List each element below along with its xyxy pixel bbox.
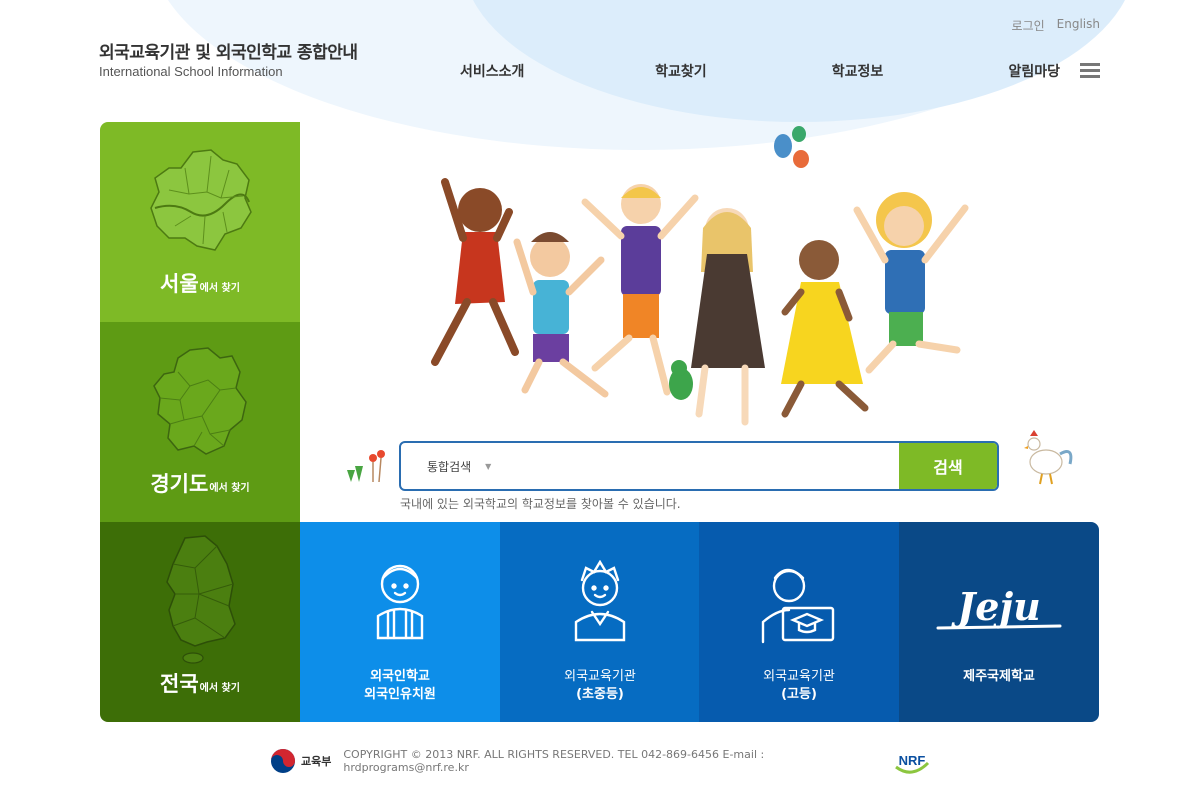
nav-item-notice[interactable]: 알림마당 bbox=[1008, 61, 1060, 81]
login-link[interactable]: 로그인 bbox=[1012, 17, 1045, 34]
balloons-icon bbox=[774, 126, 809, 168]
tile-jeju-international-school[interactable]: Jeju 제주국제학교 bbox=[899, 522, 1099, 722]
utility-links: 로그인 English bbox=[1012, 17, 1100, 34]
taegeuk-icon bbox=[271, 749, 295, 773]
region-name: 경기도 bbox=[150, 472, 209, 496]
tile-foreign-institution-k12[interactable]: 외국교육기관 (초중등) bbox=[500, 522, 700, 722]
english-link[interactable]: English bbox=[1057, 17, 1100, 34]
search-category-label: 통합검색 bbox=[427, 459, 472, 474]
search-help-text: 국내에 있는 외국학교의 학교정보를 찾아볼 수 있습니다. bbox=[400, 497, 681, 511]
nrf-logo-icon: NRF bbox=[895, 753, 930, 774]
tile-line1: 외국교육기관 bbox=[763, 669, 835, 684]
region-suffix: 에서 찾기 bbox=[199, 683, 240, 694]
ministry-name: 교육부 bbox=[301, 755, 332, 768]
hamburger-menu-icon[interactable] bbox=[1080, 63, 1100, 78]
dropdown-arrow-icon: ▼ bbox=[485, 461, 492, 471]
parrot-icon bbox=[669, 360, 693, 400]
nav-item-find-school[interactable]: 학교찾기 bbox=[655, 61, 707, 81]
student-teen-icon bbox=[574, 560, 626, 642]
site-subtitle[interactable]: International School Information bbox=[99, 64, 283, 79]
nrf-logo[interactable]: NRF bbox=[892, 747, 932, 775]
rooster-icon bbox=[1024, 430, 1073, 485]
ministry-logo[interactable]: 교육부 bbox=[270, 748, 331, 774]
tile-line1: 외국교육기관 bbox=[564, 669, 636, 684]
search-category-select[interactable]: 통합검색 ▼ bbox=[401, 443, 511, 489]
main-nav: 서비스소개 학교찾기 학교정보 알림마당 bbox=[460, 61, 1060, 81]
footer: 교육부 COPYRIGHT © 2013 NRF. ALL RIGHTS RES… bbox=[270, 745, 932, 777]
tile-line1: 외국인학교 bbox=[370, 669, 430, 684]
gyeonggi-map-icon bbox=[153, 347, 247, 455]
nav-item-service[interactable]: 서비스소개 bbox=[460, 61, 530, 81]
tile-foreign-school-kindergarten[interactable]: 외국인학교 외국인유치원 bbox=[300, 522, 500, 722]
search-button[interactable]: 검색 bbox=[899, 443, 997, 489]
graduate-laptop-icon bbox=[761, 568, 835, 644]
search-input[interactable] bbox=[511, 443, 899, 489]
tile-line2: (초중등) bbox=[576, 687, 624, 702]
nav-item-school-info[interactable]: 학교정보 bbox=[832, 61, 884, 81]
trees-decoration-icon bbox=[347, 450, 385, 483]
jeju-logo-icon: Jeju bbox=[936, 584, 1062, 630]
tile-line2: (고등) bbox=[781, 687, 817, 702]
korea-map-icon bbox=[166, 535, 236, 664]
region-name: 전국 bbox=[160, 672, 199, 696]
region-suffix: 에서 찾기 bbox=[209, 483, 250, 494]
site-title[interactable]: 외국교육기관 및 외국인학교 종합안내 bbox=[99, 38, 358, 63]
copyright-text: COPYRIGHT © 2013 NRF. ALL RIGHTS RESERVE… bbox=[343, 748, 765, 774]
region-suffix: 에서 찾기 bbox=[199, 283, 240, 294]
svg-text:Jeju: Jeju bbox=[951, 584, 1041, 629]
tile-line2: 외국인유치원 bbox=[364, 687, 436, 702]
search-box: 통합검색 ▼ 검색 bbox=[399, 441, 999, 491]
tile-foreign-institution-higher[interactable]: 외국교육기관 (고등) bbox=[699, 522, 899, 722]
svg-text:NRF: NRF bbox=[899, 753, 926, 768]
region-national-tile[interactable]: 전국에서 찾기 bbox=[100, 522, 300, 722]
student-boy-icon bbox=[376, 564, 424, 640]
tile-line1: 제주국제학교 bbox=[963, 669, 1035, 684]
region-name: 서울 bbox=[160, 272, 199, 296]
region-seoul-tile[interactable]: 서울에서 찾기 bbox=[100, 122, 300, 322]
region-gyeonggi-tile[interactable]: 경기도에서 찾기 bbox=[100, 322, 300, 522]
seoul-map-icon bbox=[150, 149, 252, 251]
children-illustration bbox=[431, 126, 969, 426]
